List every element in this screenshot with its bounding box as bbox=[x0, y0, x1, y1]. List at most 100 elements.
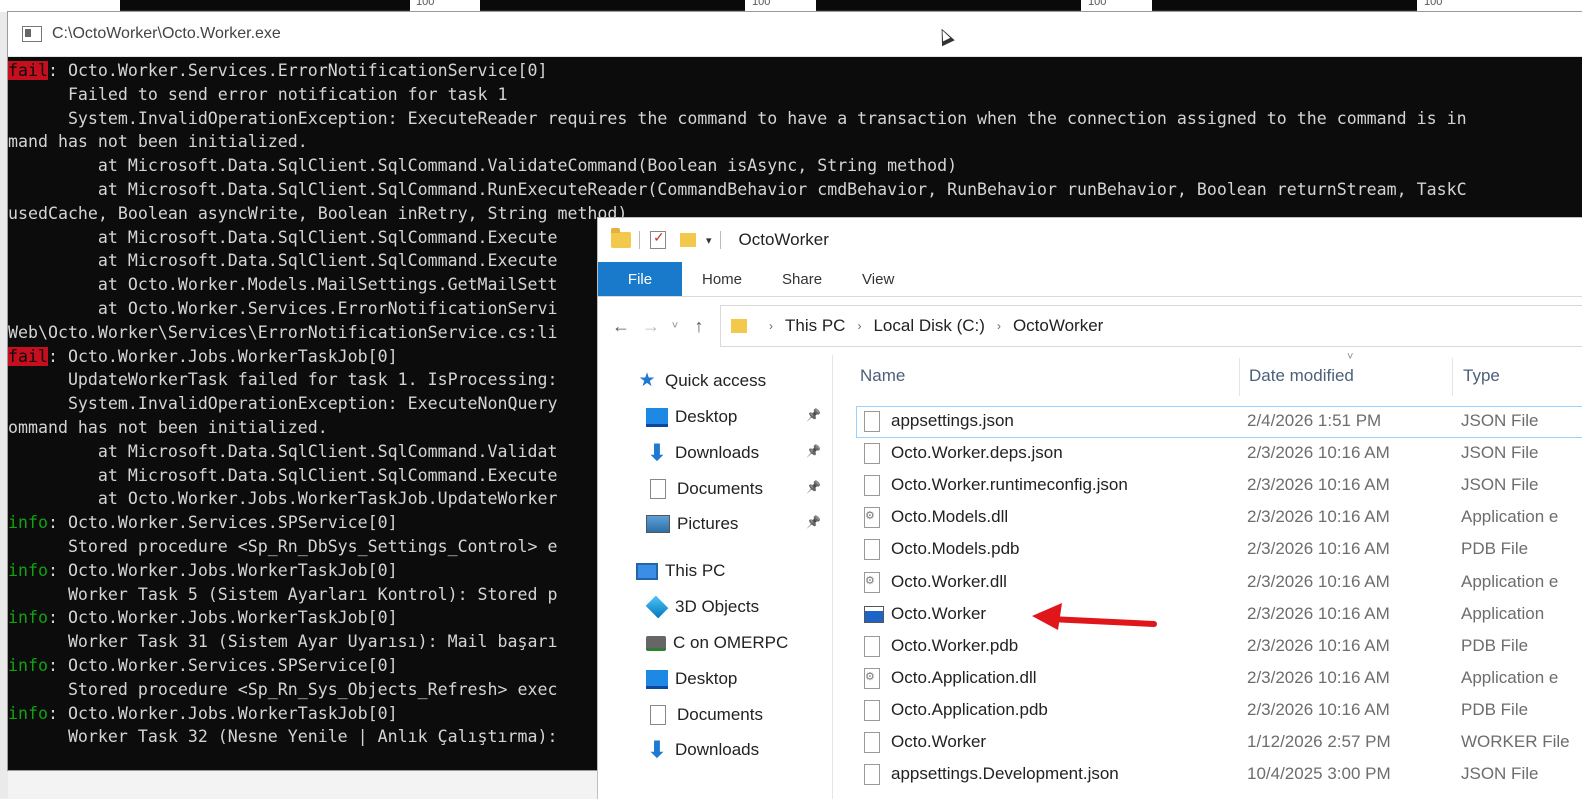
properties-icon[interactable] bbox=[650, 229, 666, 249]
desktop-icon bbox=[646, 669, 668, 689]
log-text: System.InvalidOperationException: Execut… bbox=[8, 394, 558, 414]
column-divider[interactable] bbox=[1452, 358, 1453, 396]
file-icon bbox=[864, 539, 880, 561]
file-row[interactable]: appsettings.Development.json 10/4/2025 3:… bbox=[856, 759, 1582, 791]
file-date-modified: 2/3/2026 10:16 AM bbox=[1247, 571, 1390, 591]
file-name: Octo.Worker bbox=[891, 732, 987, 751]
file-row[interactable]: Octo.Worker.pdb 2/3/2026 10:16 AM PDB File bbox=[856, 631, 1582, 663]
file-row[interactable]: Octo.Models.dll 2/3/2026 10:16 AM Applicat… bbox=[856, 502, 1582, 534]
nav-item[interactable]: Pictures bbox=[646, 506, 738, 542]
tab-share[interactable]: Share bbox=[762, 262, 842, 296]
file-date-modified: 2/3/2026 10:16 AM bbox=[1247, 699, 1390, 719]
nav-item-label: Desktop bbox=[675, 669, 738, 688]
breadcrumb-octoworker[interactable]: OctoWorker bbox=[1013, 316, 1103, 336]
nav-item[interactable]: C on OMERPC bbox=[646, 625, 788, 661]
file-name: Octo.Worker bbox=[891, 603, 987, 623]
up-arrow-icon[interactable]: ↑ bbox=[684, 316, 714, 337]
console-app-icon bbox=[22, 26, 42, 42]
file-explorer-window[interactable]: ▾ OctoWorker File Home Share View ← → ˅ … bbox=[597, 217, 1582, 799]
nav-item[interactable]: Documents bbox=[646, 471, 763, 507]
console-log-line: at Microsoft.Data.SqlClient.SqlCommand.V… bbox=[8, 154, 1582, 178]
background-window-bottom bbox=[8, 768, 598, 799]
pin-icon[interactable]: 📌 bbox=[806, 515, 821, 529]
nav-item[interactable]: Desktop bbox=[646, 661, 737, 697]
breadcrumb-separator-icon[interactable]: › bbox=[997, 319, 1001, 333]
column-divider[interactable] bbox=[1239, 358, 1240, 396]
column-header-type[interactable]: Type bbox=[1463, 355, 1500, 397]
pin-icon[interactable]: 📌 bbox=[806, 408, 821, 422]
network-drive-icon bbox=[646, 635, 666, 651]
dll-file-icon bbox=[864, 667, 880, 689]
file-row[interactable]: Octo.Worker 2/3/2026 10:16 AM Application bbox=[856, 599, 1582, 631]
file-row[interactable]: Octo.Models.pdb 2/3/2026 10:16 AM PDB File bbox=[856, 534, 1582, 566]
log-text: ommand has not been initialized. bbox=[8, 417, 328, 437]
nav-item[interactable]: ★ Quick access bbox=[636, 363, 766, 399]
file-row[interactable]: appsettings.json 2/4/2026 1:51 PM JSON Fil… bbox=[856, 406, 1582, 438]
nav-item[interactable]: ⬇ Downloads bbox=[646, 435, 759, 471]
desktop-icon bbox=[646, 407, 668, 427]
log-text: at Microsoft.Data.SqlClient.SqlCommand.E… bbox=[8, 251, 558, 271]
folder-icon bbox=[731, 319, 747, 333]
file-name: appsettings.json bbox=[891, 411, 1014, 430]
file-row[interactable]: Octo.Worker.runtimeconfig.json 2/3/2026 1… bbox=[856, 470, 1582, 502]
file-row[interactable]: Octo.Worker.deps.json 2/3/2026 10:16 AM JS… bbox=[856, 438, 1582, 470]
breadcrumb-separator-icon[interactable]: › bbox=[769, 319, 773, 333]
file-row[interactable]: Octo.Worker.dll 2/3/2026 10:16 AM Applicat… bbox=[856, 567, 1582, 599]
file-date-modified: 10/4/2025 3:00 PM bbox=[1247, 764, 1391, 784]
nav-item[interactable]: Documents bbox=[646, 697, 763, 733]
file-icon bbox=[864, 732, 880, 753]
log-text: at Microsoft.Data.SqlClient.SqlCommand.R… bbox=[8, 179, 1467, 199]
console-titlebar[interactable]: C:\OctoWorker\Octo.Worker.exe bbox=[8, 12, 1582, 57]
log-text: : Octo.Worker.Jobs.WorkerTaskJob[0] bbox=[47, 346, 398, 366]
nav-item[interactable]: ⬇ Downloads bbox=[646, 732, 759, 768]
console-log-line: Failed to send error notification for ta… bbox=[8, 83, 1582, 107]
file-type: JSON File bbox=[1461, 764, 1539, 784]
downloads-icon: ⬇ bbox=[647, 440, 667, 465]
background-chart-block bbox=[816, 0, 1081, 11]
column-header-name[interactable]: Name bbox=[860, 355, 905, 397]
file-type: WORKER File bbox=[1461, 732, 1570, 751]
background-chart-block bbox=[1152, 0, 1417, 11]
forward-arrow-icon[interactable]: → bbox=[636, 316, 666, 337]
folder-icon bbox=[611, 228, 631, 248]
log-text: at Octo.Worker.Services.ErrorNotificatio… bbox=[8, 298, 558, 318]
log-text: : Octo.Worker.Services.ErrorNotification… bbox=[47, 61, 548, 80]
tab-home[interactable]: Home bbox=[682, 262, 762, 296]
file-type: Application e bbox=[1461, 507, 1559, 527]
log-text: UpdateWorkerTask failed for task 1. IsPr… bbox=[8, 370, 558, 390]
file-icon bbox=[864, 443, 880, 465]
file-list[interactable]: Name ˅ Date modified Type appsettings.js… bbox=[832, 351, 1582, 799]
ribbon-tabs: File Home Share View bbox=[598, 262, 1582, 297]
log-text: Stored procedure <Sp_Rn_Sys_Objects_Refr… bbox=[8, 679, 558, 699]
log-level-info: info bbox=[8, 513, 48, 533]
file-row[interactable]: Octo.Worker 1/12/2026 2:57 PM WORKER File bbox=[856, 727, 1582, 759]
file-row[interactable]: Octo.Application.dll 2/3/2026 10:16 AM App… bbox=[856, 663, 1582, 695]
breadcrumb-separator-icon[interactable]: › bbox=[857, 319, 861, 333]
nav-item-label: C on OMERPC bbox=[673, 633, 789, 652]
navigation-pane[interactable]: ★ Quick access Desktop 📌 ⬇ Downloads 📌 Document… bbox=[598, 355, 833, 799]
recent-locations-chevron-icon[interactable]: ˅ bbox=[666, 320, 684, 332]
pin-icon[interactable]: 📌 bbox=[806, 480, 821, 494]
file-icon bbox=[864, 475, 880, 497]
nav-item[interactable]: 3D Objects bbox=[645, 589, 759, 625]
log-text: Worker Task 5 (Sistem Ayarları Kontrol):… bbox=[8, 584, 558, 604]
file-row[interactable]: Octo.Application.pdb 2/3/2026 10:16 AM PDB… bbox=[856, 695, 1582, 727]
nav-item[interactable]: Desktop bbox=[646, 399, 737, 435]
nav-item[interactable]: This PC bbox=[636, 553, 725, 589]
back-arrow-icon[interactable]: ← bbox=[606, 316, 636, 337]
tab-view[interactable]: View bbox=[842, 262, 914, 296]
customize-toolbar-chevron-icon[interactable]: ▾ bbox=[706, 234, 712, 247]
file-type: PDB File bbox=[1461, 635, 1529, 655]
nav-item-label: Pictures bbox=[677, 514, 739, 533]
tab-file[interactable]: File bbox=[598, 262, 682, 296]
file-name: Octo.Worker.pdb bbox=[891, 635, 1019, 655]
breadcrumb-local-disk[interactable]: Local Disk (C:) bbox=[873, 316, 984, 336]
file-type: PDB File bbox=[1461, 699, 1529, 719]
new-folder-icon[interactable] bbox=[680, 233, 696, 247]
address-bar[interactable]: › This PC › Local Disk (C:) › OctoWorker bbox=[720, 305, 1582, 347]
column-header-date-modified[interactable]: Date modified bbox=[1249, 355, 1354, 397]
file-type: Application bbox=[1461, 603, 1545, 623]
breadcrumb-this-pc[interactable]: This PC bbox=[785, 316, 845, 336]
pin-icon[interactable]: 📌 bbox=[806, 444, 821, 458]
log-text: at Microsoft.Data.SqlClient.SqlCommand.E… bbox=[8, 465, 558, 485]
